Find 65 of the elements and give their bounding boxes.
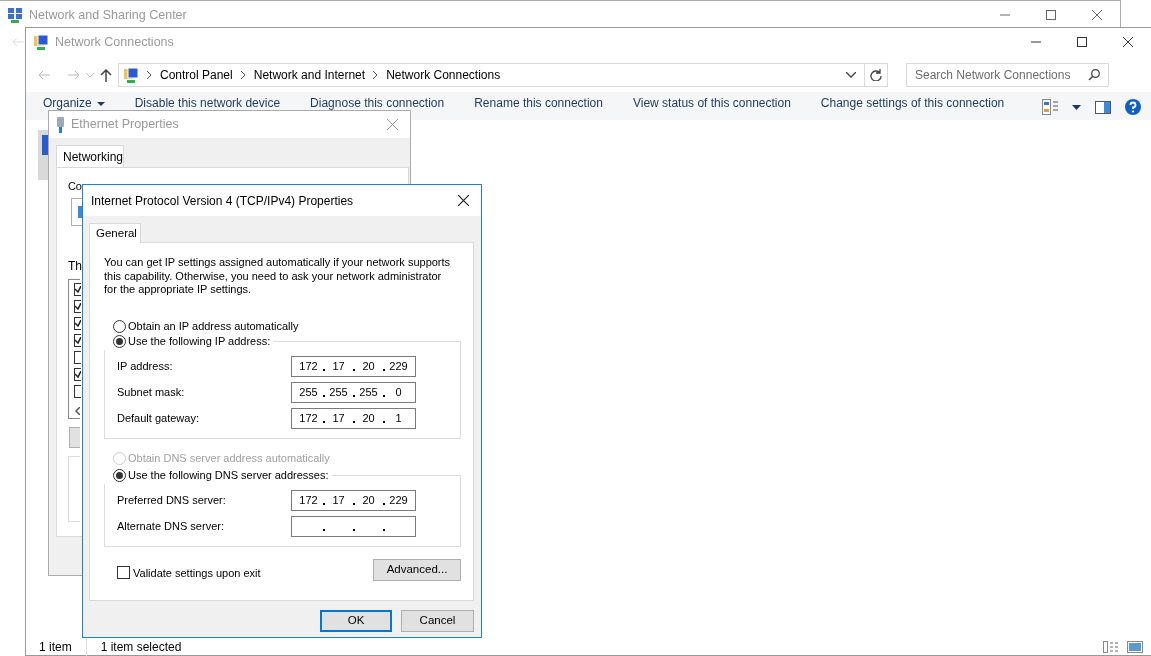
back-arrow-icon bbox=[12, 37, 24, 47]
checkbox[interactable] bbox=[74, 316, 81, 330]
view-options-icon[interactable] bbox=[1042, 99, 1058, 115]
window-title: Network and Sharing Center bbox=[29, 6, 187, 24]
scroll-left-icon[interactable] bbox=[75, 406, 80, 415]
field-label: Subnet mask: bbox=[117, 385, 186, 401]
field-label: Co bbox=[68, 179, 82, 194]
toolbar-command[interactable]: Diagnose this connection bbox=[310, 96, 459, 110]
ip-address-field[interactable]: 172 17 20 229 bbox=[291, 356, 416, 377]
chevron-right-icon bbox=[373, 71, 379, 79]
status-text: 1 item bbox=[39, 638, 72, 656]
preview-pane-icon[interactable] bbox=[1095, 100, 1111, 114]
breadcrumb-item[interactable]: Network and Internet bbox=[253, 66, 366, 84]
checkbox[interactable] bbox=[74, 367, 81, 381]
checkbox[interactable] bbox=[74, 384, 81, 398]
field-label: Alternate DNS server: bbox=[117, 519, 225, 535]
large-icons-view-icon[interactable] bbox=[1127, 640, 1143, 653]
chevron-right-icon bbox=[240, 71, 246, 79]
dialog-title: Internet Protocol Version 4 (TCP/IPv4) Properties bbox=[91, 192, 354, 210]
intro-text: You can get IP settings assigned automatically if your network supports this capability. Otherwise, you need to ask your network administrator for the appropriate IP settings. bbox=[104, 256, 452, 297]
search-field[interactable]: Search Network Connections bbox=[906, 63, 1109, 87]
radio-option: Obtain DNS server address automatically bbox=[104, 450, 459, 467]
chevron-right-icon bbox=[147, 71, 152, 79]
description-group bbox=[68, 455, 80, 522]
breadcrumb-item[interactable]: Network Connections bbox=[386, 66, 501, 84]
checkbox-option[interactable]: Validate settings upon exit bbox=[117, 564, 261, 581]
tab[interactable]: Networking bbox=[56, 145, 124, 167]
checkbox[interactable] bbox=[74, 282, 81, 296]
radio-option[interactable]: Obtain an IP address automatically bbox=[104, 318, 459, 335]
toolbar-command[interactable]: View status of this connection bbox=[632, 96, 805, 110]
list-label: Th bbox=[68, 257, 83, 275]
toolbar-command[interactable]: Change settings of this connection bbox=[820, 96, 1019, 110]
ethernet-cable-icon bbox=[56, 116, 65, 133]
dropdown-arrow-icon[interactable] bbox=[1072, 104, 1081, 110]
ip-address-field[interactable]: 172 17 20 1 bbox=[291, 408, 416, 429]
tab[interactable]: General bbox=[89, 223, 141, 243]
advanced-button[interactable]: Advanced... bbox=[373, 558, 461, 581]
ok-button[interactable]: OK bbox=[320, 610, 392, 632]
dialog-title: Ethernet Properties bbox=[71, 116, 179, 134]
toolbar-command[interactable]: Rename this connection bbox=[474, 96, 617, 110]
breadcrumb-item[interactable]: Control Panel bbox=[160, 66, 233, 84]
search-icon bbox=[1088, 69, 1100, 81]
radio-option[interactable]: Use the following IP address: bbox=[104, 333, 274, 350]
checkbox[interactable] bbox=[74, 299, 81, 313]
toolbar-command[interactable]: Organize bbox=[43, 96, 119, 110]
checkbox[interactable] bbox=[74, 350, 81, 364]
chevron-down-icon[interactable] bbox=[846, 72, 856, 78]
details-view-icon[interactable] bbox=[1103, 640, 1119, 653]
ip-address-field[interactable]: 172 17 20 229 bbox=[291, 490, 416, 511]
field-label: Default gateway: bbox=[117, 411, 200, 427]
checkbox[interactable] bbox=[74, 333, 81, 347]
window-title: Network Connections bbox=[55, 33, 174, 51]
toolbar-command[interactable]: Disable this network device bbox=[134, 96, 295, 110]
field-label: Preferred DNS server: bbox=[117, 493, 227, 509]
ip-address-field[interactable]: 255 255 255 0 bbox=[291, 382, 416, 403]
network-folder-icon bbox=[123, 67, 139, 83]
network-folder-icon bbox=[33, 34, 49, 50]
field-label: IP address: bbox=[117, 359, 174, 375]
help-icon[interactable] bbox=[1125, 99, 1141, 115]
cancel-button[interactable]: Cancel bbox=[401, 610, 474, 632]
up-arrow-icon[interactable] bbox=[100, 68, 112, 82]
network-icon bbox=[7, 7, 23, 23]
close-icon[interactable] bbox=[458, 195, 469, 206]
ip-address-field[interactable] bbox=[291, 516, 416, 537]
radio-option[interactable]: Use the following DNS server addresses: bbox=[104, 467, 332, 484]
